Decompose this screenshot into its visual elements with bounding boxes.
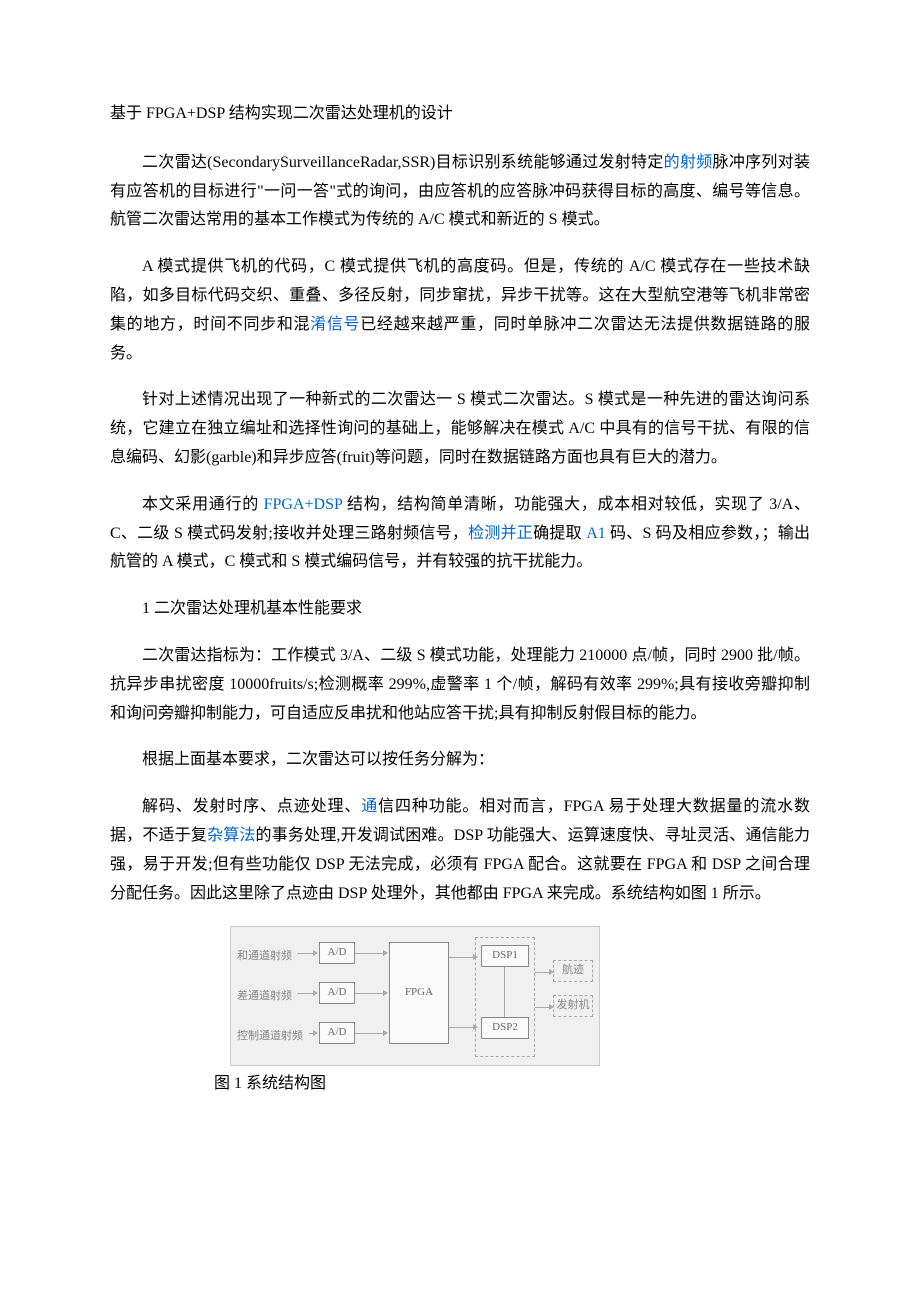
document-title: 基于 FPGA+DSP 结构实现二次雷达处理机的设计: [110, 100, 810, 129]
figure-1-caption: 图 1 系统结构图: [110, 1070, 810, 1099]
dsp2-box: DSP2: [481, 1017, 529, 1039]
label-sum-channel: 和通道射频: [237, 947, 292, 967]
paragraph-4: 本文采用通行的 FPGA+DSP 结构，结构简单清晰，功能强大，成本相对较低，实…: [110, 491, 810, 577]
output-transmitter: 发射机: [553, 995, 593, 1017]
system-structure-diagram: 和通道射频 差通道射频 控制通道射频 A/D A/D A/D FPGA DSP1…: [230, 926, 600, 1066]
link-fpga-dsp[interactable]: FPGA+DSP: [264, 496, 343, 513]
paragraph-1: 二次雷达(SecondarySurveillanceRadar,SSR)目标识别…: [110, 149, 810, 235]
label-diff-channel: 差通道射频: [237, 987, 292, 1007]
text: 解码、发射时序、点迹处理、: [142, 798, 361, 815]
paragraph-3: 针对上述情况出现了一种新式的二次雷达一 S 模式二次雷达。S 模式是一种先进的雷…: [110, 386, 810, 472]
link-rf[interactable]: 的射频: [664, 154, 713, 171]
paragraph-6: 根据上面基本要求，二次雷达可以按任务分解为：: [110, 746, 810, 775]
link-a1[interactable]: A1: [586, 525, 606, 542]
fpga-box: FPGA: [389, 942, 449, 1044]
ad-box-1: A/D: [319, 942, 355, 964]
output-track: 航迹: [553, 960, 593, 982]
link-comm[interactable]: 通: [361, 798, 378, 815]
link-detect[interactable]: 检测并正: [468, 525, 533, 542]
text: 确提取: [533, 525, 586, 542]
ad-box-2: A/D: [319, 982, 355, 1004]
figure-1-container: 和通道射频 差通道射频 控制通道射频 A/D A/D A/D FPGA DSP1…: [110, 926, 810, 1099]
text: 本文采用通行的: [142, 496, 264, 513]
paragraph-5: 二次雷达指标为：工作模式 3/A、二级 S 模式功能，处理能力 210000 点…: [110, 642, 810, 728]
link-algorithm[interactable]: 杂算法: [207, 827, 256, 844]
link-signal[interactable]: 淆信号: [310, 316, 360, 333]
ad-box-3: A/D: [319, 1022, 355, 1044]
section-heading-1: 1 二次雷达处理机基本性能要求: [110, 595, 810, 624]
paragraph-7: 解码、发射时序、点迹处理、通信四种功能。相对而言，FPGA 易于处理大数据量的流…: [110, 793, 810, 908]
paragraph-2: A 模式提供飞机的代码，C 模式提供飞机的高度码。但是，传统的 A/C 模式存在…: [110, 253, 810, 368]
label-control-channel: 控制通道射频: [237, 1027, 303, 1047]
text: 二次雷达(SecondarySurveillanceRadar,SSR)目标识别…: [142, 154, 664, 171]
dsp1-box: DSP1: [481, 945, 529, 967]
